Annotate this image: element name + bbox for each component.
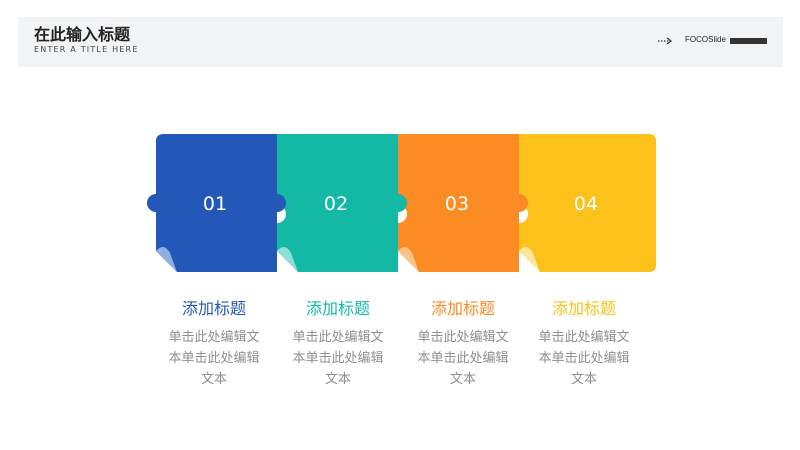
step-number: 02 [323,193,349,215]
step-number: 04 [573,193,599,215]
step-description: 单击此处编辑文 本单击此处编辑 文本 [417,330,509,387]
step-number: 03 [444,193,470,215]
step-description: 单击此处编辑文 本单击此处编辑 文本 [538,330,630,387]
step-title: 添加标题 [430,299,495,318]
step-description: 单击此处编辑文 本单击此处编辑 文本 [168,330,260,387]
step-title: 添加标题 [305,299,370,318]
step-title: 添加标题 [181,299,246,318]
step-number: 01 [202,193,228,215]
step-title: 添加标题 [551,299,616,318]
puzzle-graphic [147,134,656,272]
step-description: 单击此处编辑文 本单击此处编辑 文本 [292,330,384,387]
